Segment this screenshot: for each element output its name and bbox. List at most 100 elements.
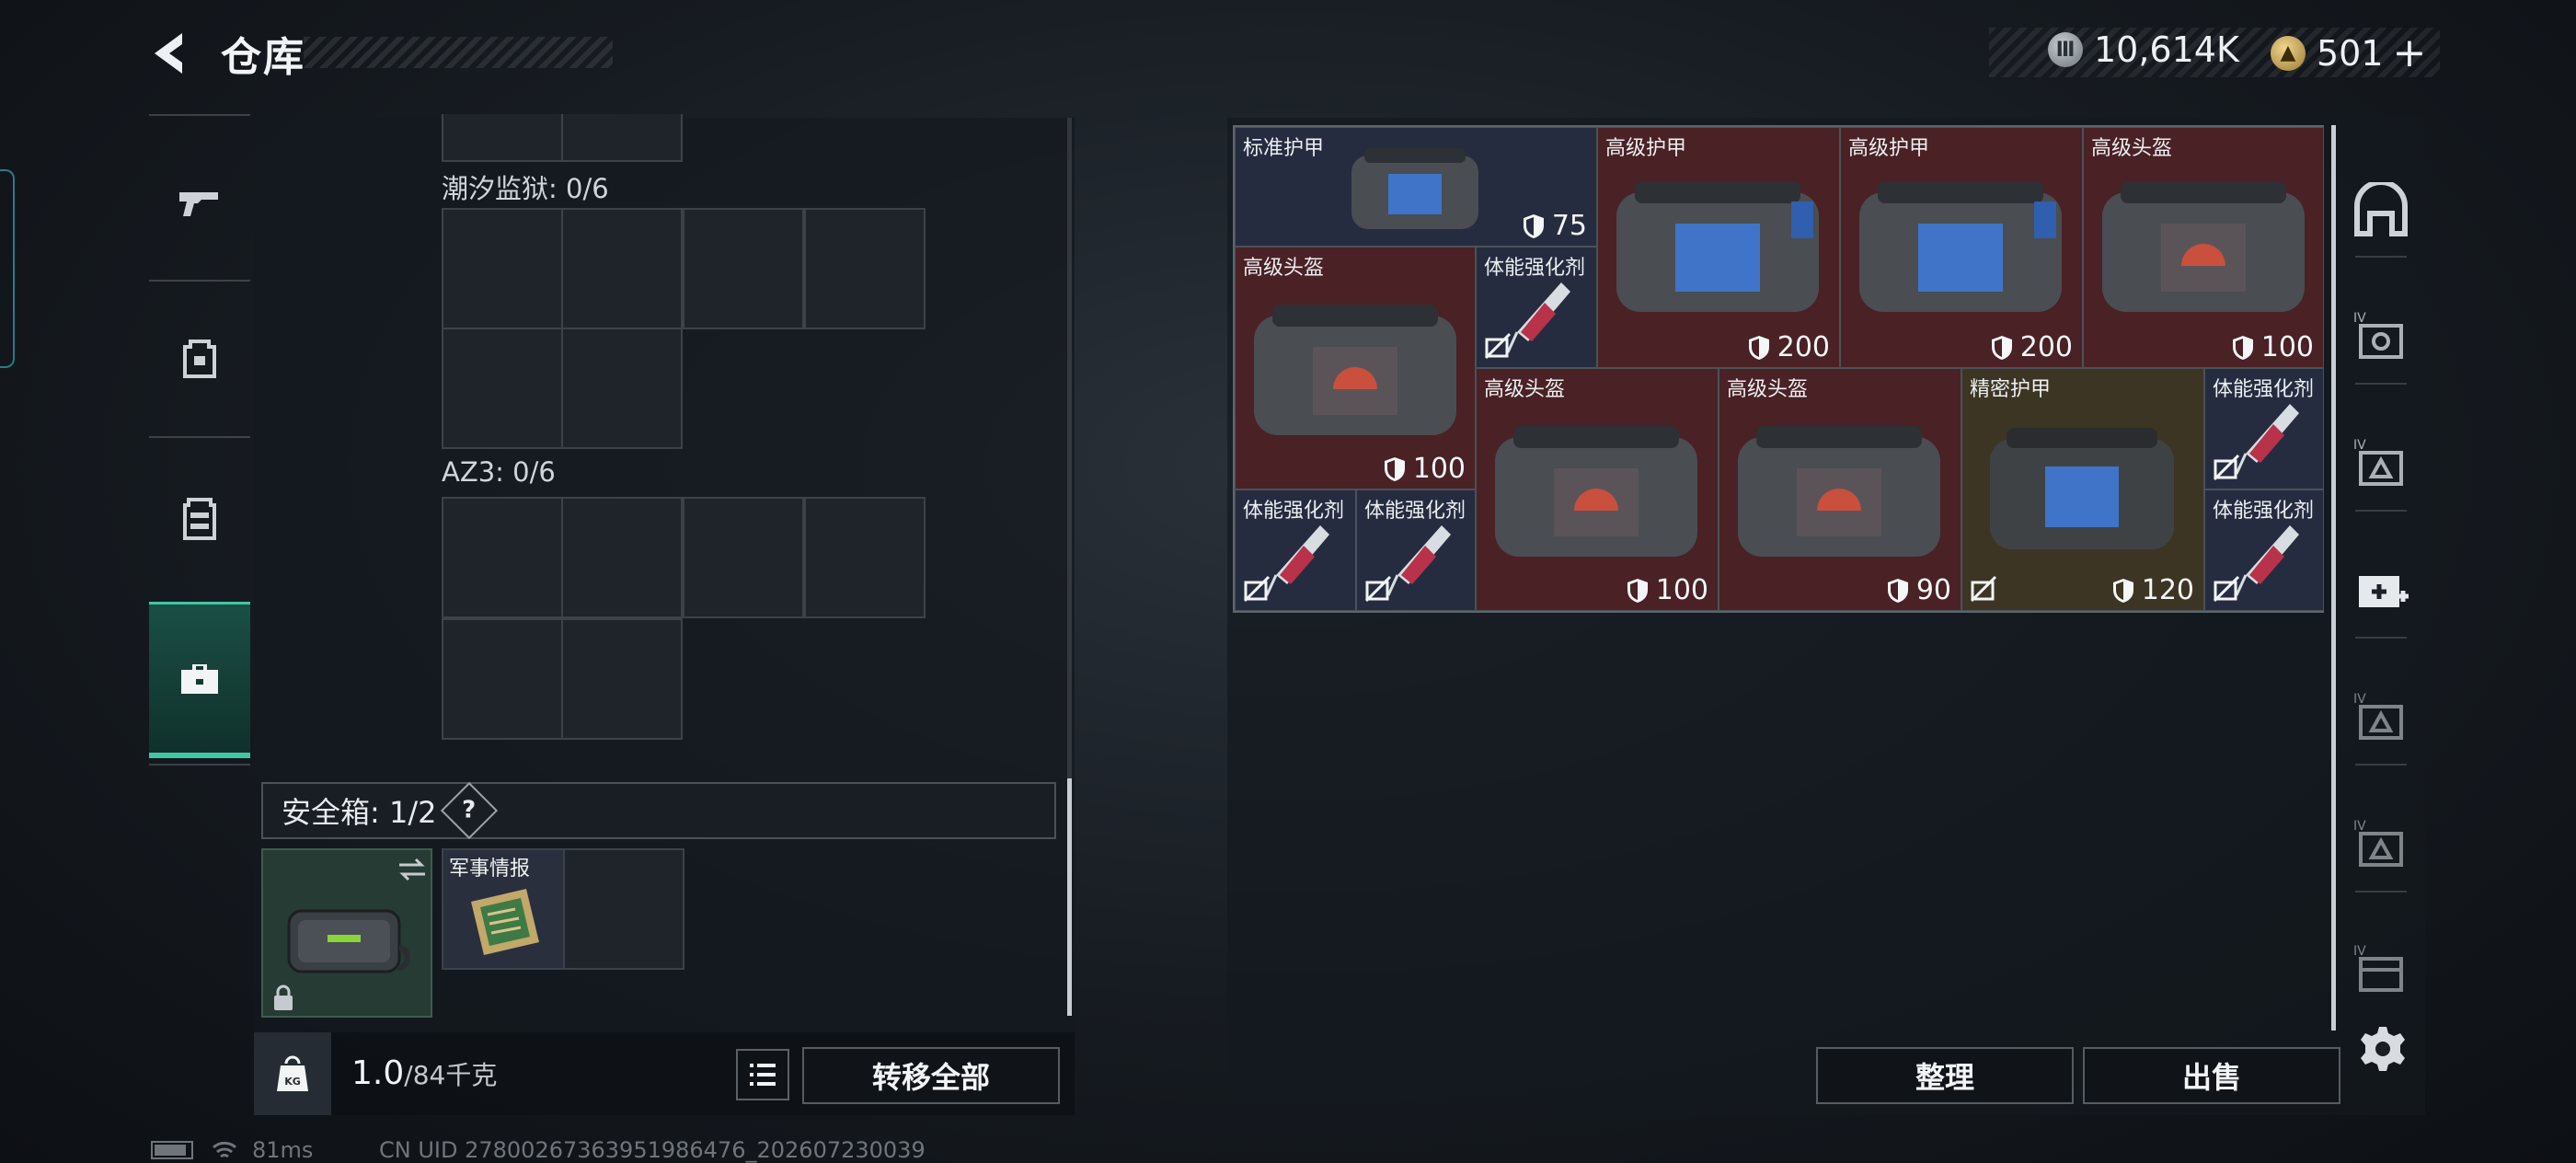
status-bar: 81ms bbox=[151, 1137, 313, 1163]
grid-slot[interactable] bbox=[561, 208, 683, 329]
help-icon[interactable]: ? bbox=[441, 781, 499, 840]
no-trade-icon bbox=[2213, 575, 2240, 603]
syringe-icon bbox=[1506, 282, 1570, 353]
svg-text:IV: IV bbox=[2353, 692, 2366, 707]
warehouse-tabs: IV IV IV IV IV bbox=[2337, 147, 2425, 1012]
tab-extension-3[interactable]: IV bbox=[2337, 651, 2425, 780]
item-name: 高级头盔 bbox=[2091, 137, 2173, 160]
svg-text:KG: KG bbox=[284, 1076, 301, 1088]
pistol-icon bbox=[179, 192, 218, 216]
inventory-item[interactable]: 高级头盔 100 bbox=[1235, 247, 1476, 489]
extension-box-icon: IV bbox=[2353, 311, 2403, 359]
no-trade-icon bbox=[1970, 575, 1997, 603]
add-extension-icon bbox=[2359, 576, 2409, 607]
intel-document-icon bbox=[471, 889, 539, 955]
grid-slot[interactable] bbox=[561, 328, 683, 449]
grid-slot[interactable] bbox=[804, 497, 926, 618]
durability-badge: 200 bbox=[1991, 331, 2073, 363]
shield-icon bbox=[2232, 335, 2253, 360]
grid-slot[interactable] bbox=[804, 208, 926, 329]
item-name: 标准护甲 bbox=[1243, 137, 1325, 160]
no-trade-icon bbox=[1364, 575, 1392, 603]
tab-extension-2[interactable]: IV bbox=[2337, 397, 2425, 526]
inventory-item[interactable]: 标准护甲 75 bbox=[1235, 127, 1597, 247]
grid-slot[interactable] bbox=[442, 497, 563, 618]
extension-box-icon: IV bbox=[2353, 692, 2403, 740]
svg-text:IV: IV bbox=[2353, 819, 2366, 834]
shield-icon bbox=[1384, 456, 1405, 481]
grid-slot[interactable] bbox=[442, 208, 563, 329]
inventory-item[interactable]: 高级护甲 200 bbox=[1840, 127, 2083, 368]
tab-extension-1[interactable]: IV bbox=[2337, 271, 2425, 399]
transfer-all-button[interactable]: 转移全部 bbox=[802, 1047, 1060, 1104]
armor-bag-icon bbox=[1351, 148, 1478, 229]
durability-badge: 100 bbox=[2232, 331, 2314, 363]
tab-extension-4[interactable]: IV bbox=[2337, 778, 2425, 907]
syringe-icon bbox=[2235, 525, 2299, 596]
side-drawer-handle[interactable] bbox=[0, 169, 15, 368]
item-name: 高级头盔 bbox=[1484, 378, 1566, 401]
inventory-item[interactable]: 体能强化剂 bbox=[1476, 247, 1597, 368]
durability-badge: 90 bbox=[1887, 574, 1951, 606]
sidebar-item-case[interactable] bbox=[149, 602, 250, 758]
briefcase-icon bbox=[181, 663, 218, 694]
svg-text:IV: IV bbox=[2353, 944, 2366, 959]
shield-icon bbox=[2112, 578, 2133, 603]
silver-coin-icon: Ⅲ bbox=[2048, 32, 2083, 67]
grid-slot[interactable] bbox=[442, 618, 563, 740]
inventory-item[interactable]: 高级头盔 90 bbox=[1719, 368, 1961, 611]
grid-slot[interactable] bbox=[683, 497, 804, 618]
gold-coin-icon: ▲ bbox=[2271, 35, 2306, 71]
grid-slot[interactable] bbox=[442, 328, 563, 449]
intel-item-slot[interactable]: 军事情报 bbox=[442, 848, 565, 970]
sort-button[interactable]: 整理 bbox=[1816, 1047, 2074, 1104]
category-sidebar bbox=[149, 114, 250, 767]
currency-primary-value: 10,614K bbox=[2094, 29, 2239, 70]
grid-slot[interactable] bbox=[561, 114, 683, 162]
container-scrollbar-thumb[interactable] bbox=[1067, 778, 1072, 1016]
sidebar-item-backpack[interactable] bbox=[149, 289, 250, 427]
inventory-item[interactable]: 体能强化剂 bbox=[2204, 489, 2324, 611]
safebox-image-icon bbox=[287, 909, 410, 973]
tab-add-extension[interactable] bbox=[2337, 524, 2425, 653]
vest-icon bbox=[183, 498, 216, 540]
inventory-item[interactable]: 高级头盔 100 bbox=[1476, 368, 1719, 611]
svg-text:IV: IV bbox=[2353, 311, 2366, 326]
sidebar-item-weapon[interactable] bbox=[149, 132, 250, 271]
add-currency-icon[interactable]: + bbox=[2393, 29, 2427, 76]
inventory-item[interactable]: 体能强化剂 bbox=[2204, 368, 2324, 489]
syringe-icon bbox=[2235, 404, 2299, 475]
weight-readout: 1.0/84千克 bbox=[351, 1054, 497, 1092]
currency-secondary[interactable]: ▲ 501 + bbox=[2271, 29, 2426, 76]
swap-icon[interactable] bbox=[396, 856, 429, 883]
warehouse-scrollbar[interactable] bbox=[2331, 125, 2336, 1031]
page-title: 仓库 bbox=[221, 34, 305, 81]
grid-slot[interactable] bbox=[561, 497, 683, 618]
item-name: 高级头盔 bbox=[1727, 378, 1809, 401]
sell-button[interactable]: 出售 bbox=[2083, 1047, 2340, 1104]
grid-slot[interactable] bbox=[563, 848, 684, 970]
armor-bag-icon bbox=[1616, 181, 1819, 312]
section-label-az3: AZ3: 0/6 bbox=[442, 456, 556, 488]
inventory-item[interactable]: 精密护甲 120 bbox=[1961, 368, 2204, 611]
sidebar-item-vest[interactable] bbox=[149, 449, 250, 587]
back-arrow-icon[interactable] bbox=[145, 26, 201, 81]
grid-slot[interactable] bbox=[683, 208, 804, 329]
safebox-slot[interactable] bbox=[261, 848, 432, 1018]
shield-icon bbox=[1748, 335, 1769, 360]
inventory-item[interactable]: 高级头盔 100 bbox=[2083, 127, 2324, 368]
item-name: 高级护甲 bbox=[1605, 137, 1687, 160]
shield-icon bbox=[1991, 335, 2012, 360]
settings-gear-icon[interactable] bbox=[2357, 1023, 2409, 1075]
durability-badge: 120 bbox=[2112, 574, 2194, 606]
inventory-item[interactable]: 高级护甲 200 bbox=[1597, 127, 1840, 368]
lock-icon bbox=[274, 985, 293, 1010]
durability-badge: 75 bbox=[1523, 210, 1587, 242]
tab-extension-5[interactable]: IV bbox=[2337, 904, 2425, 1032]
grid-slot[interactable] bbox=[442, 114, 563, 162]
inventory-item[interactable]: 体能强化剂 bbox=[1356, 489, 1476, 611]
grid-slot[interactable] bbox=[561, 618, 683, 740]
inventory-item[interactable]: 体能强化剂 bbox=[1235, 489, 1356, 611]
weight-kg-icon: KG bbox=[277, 1055, 308, 1091]
list-view-button[interactable] bbox=[736, 1049, 789, 1100]
